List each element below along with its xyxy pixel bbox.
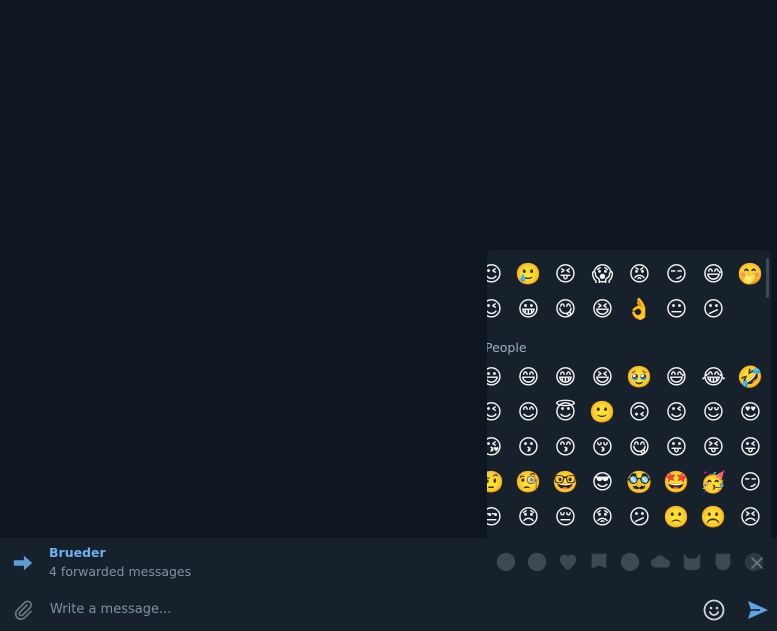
message-composer (0, 588, 777, 631)
emoji[interactable]: 🥲 (510, 257, 547, 292)
send-icon[interactable] (746, 598, 770, 622)
forward-chat-name: Brueder (49, 545, 106, 560)
emoji[interactable]: 😇 (547, 395, 584, 430)
emoji[interactable]: 😜 (732, 430, 769, 465)
emoji[interactable]: 😊 (510, 395, 547, 430)
emoji[interactable]: 🙂 (584, 395, 621, 430)
emoji[interactable]: 😋 (621, 430, 658, 465)
emoji[interactable]: 😅 (658, 360, 695, 395)
emoji[interactable]: 😡 (621, 257, 658, 292)
emoji[interactable]: 😐 (658, 292, 695, 327)
people-emoji-grid: 😃 😄 😁 😆 🥹 😅 😂 🤣 😉 😊 😇 🙂 🙃 😉 😌 😍 😘 😗 😙 😚 … (487, 360, 764, 535)
emoji-section-title: People (487, 340, 527, 355)
emoji[interactable]: 🥹 (621, 360, 658, 395)
emoji[interactable]: 😆 (584, 360, 621, 395)
emoji[interactable]: 😏 (732, 465, 769, 500)
emoji[interactable]: 😆 (584, 292, 621, 327)
emoji[interactable]: 😉 (487, 292, 510, 327)
emoji[interactable] (732, 292, 769, 327)
emoji[interactable]: 😞 (510, 500, 547, 535)
emoji[interactable]: 🙃 (621, 395, 658, 430)
flag-icon[interactable] (588, 551, 610, 573)
forward-arrow-icon (13, 555, 33, 571)
emoji[interactable]: 😣 (732, 500, 769, 535)
cat-icon[interactable] (681, 551, 703, 573)
emoji[interactable]: 😉 (658, 395, 695, 430)
emoji[interactable]: 😍 (732, 395, 769, 430)
emoji[interactable]: 😌 (695, 395, 732, 430)
message-input[interactable] (44, 594, 656, 624)
emoji[interactable]: 😏 (658, 257, 695, 292)
emoji[interactable]: 😱 (584, 257, 621, 292)
emoji[interactable]: 😘 (487, 430, 510, 465)
emoji-icon[interactable] (702, 598, 726, 622)
emoji[interactable]: 😔 (547, 500, 584, 535)
emoji[interactable]: 😎 (584, 465, 621, 500)
food-icon[interactable] (619, 551, 641, 573)
emoji[interactable]: 😕 (621, 500, 658, 535)
emoji[interactable]: 🤨 (487, 465, 510, 500)
emoji[interactable]: 🤭 (732, 257, 769, 292)
cloud-icon[interactable] (650, 551, 672, 573)
emoji[interactable]: 🙁 (658, 500, 695, 535)
emoji[interactable]: 😀 (510, 292, 547, 327)
recent-emoji-grid: 😉 🥲 😝 😱 😡 😏 😅 🤭 😉 😀 😋 😆 👌 😐 😕 (487, 257, 764, 327)
close-icon[interactable] (748, 554, 766, 572)
emoji[interactable]: 🧐 (510, 465, 547, 500)
emoji[interactable]: 😉 (487, 395, 510, 430)
emoji[interactable]: 😁 (547, 360, 584, 395)
emoji[interactable]: 👌 (621, 292, 658, 327)
smileys-icon[interactable] (495, 551, 517, 573)
emoji[interactable]: ☹️ (695, 500, 732, 535)
emoji[interactable]: 😒 (487, 500, 510, 535)
emoji[interactable]: 😃 (487, 360, 510, 395)
emoji[interactable]: 😛 (658, 430, 695, 465)
emoji-category-bar (487, 544, 771, 580)
emoji-panel: 😉 🥲 😝 😱 😡 😏 😅 🤭 😉 😀 😋 😆 👌 😐 😕 People 😃 😄… (487, 250, 771, 580)
emoji[interactable]: 🤓 (547, 465, 584, 500)
heart-icon[interactable] (557, 551, 579, 573)
emoji[interactable]: 😕 (695, 292, 732, 327)
emoji[interactable]: 😂 (695, 360, 732, 395)
emoji[interactable]: 🤩 (658, 465, 695, 500)
emoji[interactable]: 😝 (547, 257, 584, 292)
emoji[interactable]: 😗 (510, 430, 547, 465)
emoji[interactable]: 😉 (487, 257, 510, 292)
forward-count: 4 forwarded messages (49, 564, 192, 579)
emoji[interactable]: 😝 (695, 430, 732, 465)
emoji[interactable]: 🤣 (732, 360, 769, 395)
emoji[interactable]: 😅 (695, 257, 732, 292)
emoji[interactable]: 😟 (584, 500, 621, 535)
emoji[interactable]: 🥳 (695, 465, 732, 500)
shield-icon[interactable] (712, 551, 734, 573)
people-icon[interactable] (526, 551, 548, 573)
paperclip-icon[interactable] (12, 599, 34, 621)
emoji[interactable]: 😚 (584, 430, 621, 465)
emoji[interactable]: 😄 (510, 360, 547, 395)
emoji[interactable]: 🥸 (621, 465, 658, 500)
emoji[interactable]: 😋 (547, 292, 584, 327)
emoji[interactable]: 😙 (547, 430, 584, 465)
